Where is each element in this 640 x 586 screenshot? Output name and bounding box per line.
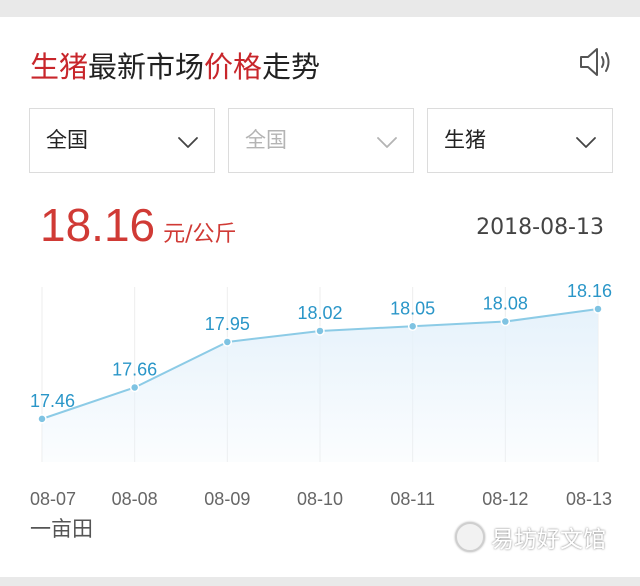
data-label: 18.16 (567, 281, 612, 301)
data-label: 17.95 (205, 314, 250, 334)
data-source: 一亩田 (30, 517, 93, 541)
region-select[interactable]: 全国 (29, 108, 215, 173)
region-select-value: 全国 (46, 128, 88, 152)
price-value: 18.16 (40, 199, 156, 251)
data-label: 18.08 (483, 294, 528, 314)
x-tick-label: 08-12 (482, 489, 528, 509)
x-tick-label: 08-08 (112, 489, 158, 509)
data-point (315, 326, 325, 336)
title-part: 走势 (262, 50, 321, 84)
data-point (593, 304, 603, 314)
price-date: 2018-08-13 (476, 215, 604, 240)
price-unit: 元/公斤 (163, 222, 237, 247)
product-select[interactable]: 生猪 (427, 108, 613, 173)
x-tick-label: 08-11 (390, 489, 435, 509)
data-point (129, 382, 140, 393)
data-point (37, 414, 47, 424)
speaker-icon[interactable] (577, 44, 613, 80)
chevron-down-icon (178, 137, 198, 148)
data-label: 17.66 (112, 359, 157, 379)
data-label: 17.46 (30, 391, 75, 411)
chevron-down-icon (576, 137, 596, 148)
x-tick-label: 08-10 (297, 489, 343, 509)
data-point (500, 316, 511, 327)
current-price: 18.16 元/公斤 (40, 197, 237, 253)
product-select-value: 生猪 (444, 128, 486, 152)
title-part: 价格 (204, 50, 263, 84)
chevron-down-icon (377, 137, 397, 148)
watermark-text: 易坊好文馆 (491, 527, 606, 553)
watermark: 易坊好文馆 (455, 520, 606, 554)
watermark-logo-icon (455, 522, 485, 552)
price-trend-card: 生猪最新市场价格走势 全国 全国 生猪 18.16 元/公斤 2018-08-13… (0, 17, 640, 577)
x-tick-label: 08-09 (204, 489, 250, 509)
data-point (407, 321, 418, 331)
x-tick-label: 08-07 (30, 489, 76, 509)
data-point (222, 337, 233, 347)
title-part: 生猪 (30, 50, 89, 84)
data-label: 18.05 (390, 298, 435, 318)
sub-region-select[interactable]: 全国 (228, 108, 414, 173)
price-trend-chart: 17.46 17.66 17.95 18.02 18.05 18.08 18.16 08-07… (30, 281, 612, 509)
page-title: 生猪最新市场价格走势 (30, 47, 320, 87)
x-tick-label: 08-13 (566, 489, 612, 509)
data-label: 18.02 (297, 303, 342, 323)
title-part: 最新市场 (88, 50, 205, 84)
sub-region-select-value: 全国 (245, 128, 287, 152)
